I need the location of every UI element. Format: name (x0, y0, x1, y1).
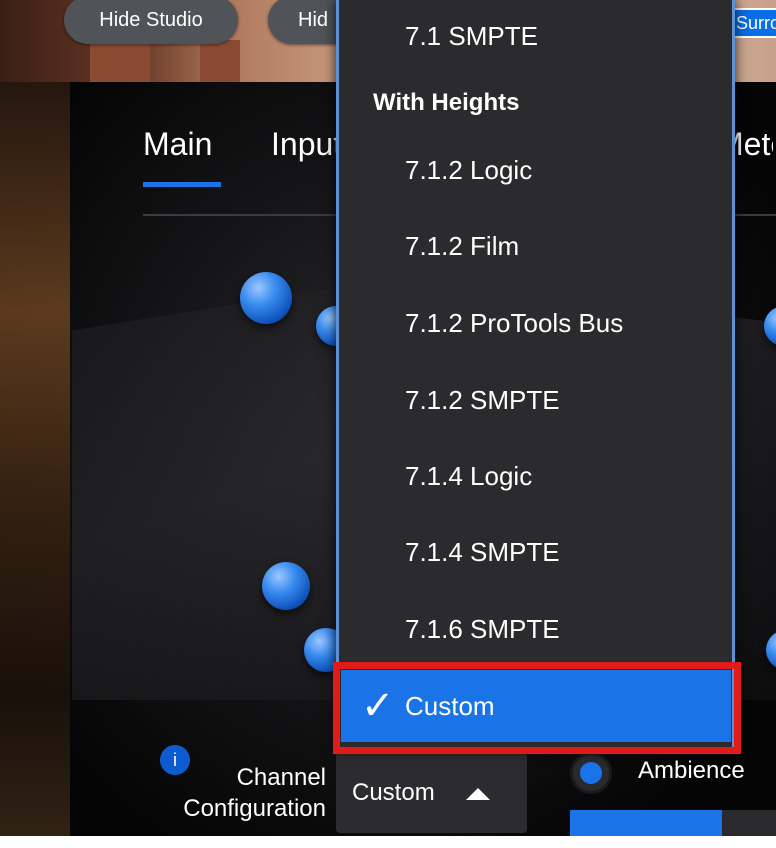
menu-section-header: With Heights (373, 89, 520, 116)
radio-selected-dot (580, 762, 602, 784)
tab-main[interactable]: Main (143, 126, 212, 163)
ambience-slider[interactable] (570, 810, 776, 836)
studio-wall-panel (90, 40, 150, 82)
menu-item-7-1-2-protools-bus[interactable]: 7.1.2 ProTools Bus (339, 285, 732, 361)
active-tab-indicator (143, 182, 221, 187)
menu-item-custom-label: Custom (405, 691, 495, 721)
channel-configuration-dropdown: 7.1 SMPTE With Heights 7.1.2 Logic 7.1.2… (336, 0, 735, 750)
channel-configuration-select[interactable]: Custom (336, 752, 527, 833)
channel-configuration-label: Channel Configuration (156, 762, 326, 824)
checkmark-icon: ✓ (361, 684, 395, 728)
caret-up-icon (466, 788, 490, 800)
hide-studio-button[interactable]: Hide Studio (64, 0, 238, 44)
menu-item-7-1-6-smpte[interactable]: 7.1.6 SMPTE (339, 591, 732, 667)
channel-configuration-label-line2: Configuration (183, 795, 326, 822)
ambience-label: Ambience (638, 757, 745, 784)
tab-meter[interactable]: Meter (733, 126, 773, 163)
guitar-image (0, 82, 70, 848)
menu-item-7-1-2-film[interactable]: 7.1.2 Film (339, 208, 732, 284)
bottom-strip (0, 836, 776, 848)
menu-item-7-1-4-smpte[interactable]: 7.1.4 SMPTE (339, 514, 732, 590)
menu-item-7-1-2-logic[interactable]: 7.1.2 Logic (339, 132, 732, 208)
surround-toggle[interactable]: Surro (730, 8, 776, 38)
channel-configuration-label-line1: Channel (236, 764, 326, 791)
menu-item-custom[interactable]: ✓ Custom (341, 670, 731, 742)
tab-input[interactable]: Input (271, 126, 339, 163)
speaker-sphere[interactable] (262, 562, 310, 610)
speaker-sphere[interactable] (240, 272, 292, 324)
menu-item-7-1-2-smpte[interactable]: 7.1.2 SMPTE (339, 362, 732, 438)
studio-wall-panel (200, 40, 240, 82)
channel-configuration-value: Custom (352, 779, 435, 806)
menu-item-7-1-smpte[interactable]: 7.1 SMPTE (339, 0, 732, 74)
menu-item-7-1-4-logic[interactable]: 7.1.4 Logic (339, 438, 732, 514)
ambience-slider-fill (570, 810, 722, 836)
ambience-radio[interactable] (570, 752, 612, 794)
